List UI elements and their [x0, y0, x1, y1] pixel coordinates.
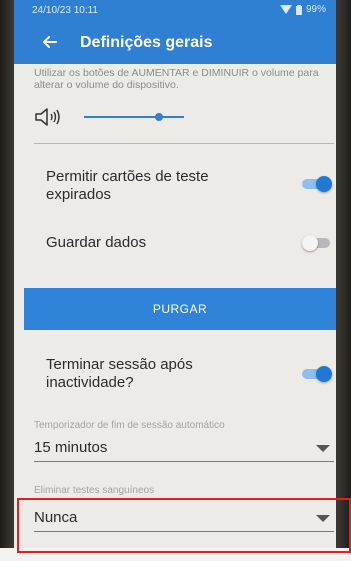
save-data-label: Guardar dados: [46, 234, 147, 251]
battery-icon: [295, 4, 302, 15]
delete-blood-tests-caption: Eliminar testes sanguíneos: [34, 485, 155, 496]
purge-button[interactable]: PURGAR: [24, 288, 336, 330]
expired-cards-toggle[interactable]: [302, 176, 332, 192]
toggle-knob: [316, 176, 332, 192]
wifi-icon: [279, 5, 292, 14]
page-title: Definições gerais: [80, 34, 213, 51]
toggle-knob: [302, 235, 318, 251]
logout-inactivity-label: Terminar sessão após inactividade?: [46, 356, 193, 391]
device-frame: 24/10/23 10:11 99% Definições gerais Uti…: [0, 0, 351, 561]
back-arrow-icon[interactable]: [40, 32, 60, 52]
highlight-box: [17, 498, 351, 553]
session-timer-dropdown[interactable]: 15 minutos: [34, 434, 334, 462]
app-bar: 24/10/23 10:11 99% Definições gerais: [14, 0, 336, 64]
volume-slider-track: [84, 116, 184, 118]
save-data-toggle[interactable]: [302, 235, 332, 251]
battery-percent: 99%: [305, 4, 326, 15]
status-icons: 99%: [279, 4, 326, 15]
logout-inactivity-toggle[interactable]: [302, 366, 332, 382]
session-timer-caption: Temporizador de fim de sessão automático: [34, 420, 225, 431]
toggle-knob: [316, 366, 332, 382]
volume-slider[interactable]: [84, 109, 184, 125]
screen: 24/10/23 10:11 99% Definições gerais Uti…: [14, 0, 336, 561]
volume-description: Utilizar os botões de AUMENTAR e DIMINUI…: [34, 67, 319, 91]
dropdown-underline: [34, 461, 334, 462]
divider: [34, 143, 334, 144]
session-timer-value: 15 minutos: [34, 439, 108, 456]
expired-cards-label: Permitir cartões de teste expirados: [46, 168, 209, 203]
speaker-icon: [35, 108, 60, 126]
volume-slider-thumb[interactable]: [155, 113, 163, 121]
status-time: 24/10/23 10:11: [32, 5, 98, 16]
dropdown-arrow-icon: [316, 445, 330, 452]
